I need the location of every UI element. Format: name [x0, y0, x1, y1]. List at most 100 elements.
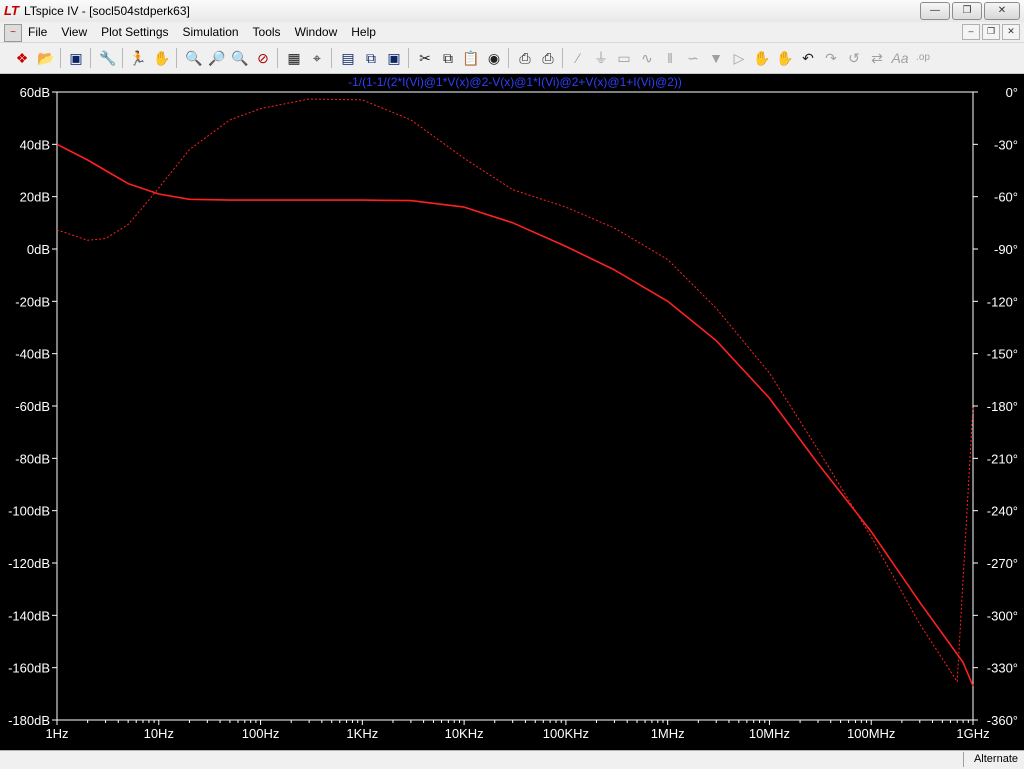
- cut-icon[interactable]: ✂: [415, 48, 435, 68]
- x-tick-label: 100MHz: [847, 726, 895, 741]
- toolbar: ❖ 📂 ▣ 🔧 🏃 ✋ 🔍 🔎 🔍 ⊘ ▦ ⌖ ▤ ⧉ ▣ ✂ ⧉ 📋 ◉ ⎙ …: [0, 43, 1024, 74]
- x-tick-label: 1GHz: [956, 726, 989, 741]
- minimize-button[interactable]: —: [920, 2, 950, 20]
- y-tick-label: 0dB: [27, 242, 50, 257]
- move-icon[interactable]: ✋: [752, 48, 772, 68]
- ltspice-logo-icon: LT: [4, 3, 19, 18]
- y2-tick-label: -120°: [987, 294, 1018, 309]
- y2-tick-label: -150°: [987, 347, 1018, 362]
- tile-horizontal-icon[interactable]: ▤: [338, 48, 358, 68]
- spice-directive-icon[interactable]: .op: [913, 48, 933, 68]
- cascade-icon[interactable]: ⧉: [361, 48, 381, 68]
- y-tick-label: 40dB: [20, 137, 50, 152]
- zoom-out-icon[interactable]: 🔍: [230, 48, 250, 68]
- waveform-plot-pane[interactable]: -1/(1-1/(2*I(Vi)@1*V(x)@2-V(x)@1*I(Vi)@2…: [0, 74, 1024, 750]
- menu-help[interactable]: Help: [351, 25, 376, 39]
- window-title: LTspice IV - [socl504stdperk63]: [24, 4, 190, 18]
- child-close-button[interactable]: ✕: [1002, 24, 1020, 40]
- y-tick-label: 60dB: [20, 85, 50, 100]
- y-tick-label: -180dB: [8, 713, 50, 728]
- x-tick-label: 10MHz: [749, 726, 790, 741]
- zoom-cancel-icon[interactable]: ⊘: [253, 48, 273, 68]
- print-icon[interactable]: ⎙: [538, 48, 558, 68]
- y2-tick-label: -210°: [987, 451, 1018, 466]
- y2-tick-label: -180°: [987, 399, 1018, 414]
- document-menu-icon[interactable]: ~: [4, 24, 22, 42]
- y2-tick-label: -330°: [987, 661, 1018, 676]
- autorange-icon[interactable]: ▦: [284, 48, 304, 68]
- title-bar: LT LTspice IV - [socl504stdperk63] — ❐ ✕: [0, 0, 1024, 23]
- menu-view[interactable]: View: [61, 25, 87, 39]
- menu-simulation[interactable]: Simulation: [183, 25, 239, 39]
- menu-tools[interactable]: Tools: [253, 25, 281, 39]
- ground-icon[interactable]: ⏚: [591, 48, 611, 68]
- y-tick-label: -140dB: [8, 608, 50, 623]
- open-icon[interactable]: 📂: [36, 48, 56, 68]
- y2-tick-label: -270°: [987, 556, 1018, 571]
- close-all-icon[interactable]: ▣: [384, 48, 404, 68]
- diode-icon[interactable]: ▼: [706, 48, 726, 68]
- y2-tick-label: -60°: [994, 190, 1018, 205]
- menu-window[interactable]: Window: [295, 25, 338, 39]
- zoom-area-icon[interactable]: 🔎: [207, 48, 227, 68]
- y2-tick-label: 0°: [1006, 85, 1018, 100]
- toolbar-separator: [562, 48, 563, 68]
- toolbar-separator: [277, 48, 278, 68]
- child-restore-button[interactable]: ❐: [982, 24, 1000, 40]
- halt-icon[interactable]: ✋: [152, 48, 172, 68]
- mirror-icon[interactable]: ⇄: [867, 48, 887, 68]
- component-icon[interactable]: ▷: [729, 48, 749, 68]
- find-icon[interactable]: ◉: [484, 48, 504, 68]
- y2-tick-label: -30°: [994, 137, 1018, 152]
- y2-tick-label: -240°: [987, 504, 1018, 519]
- y-tick-label: -20dB: [15, 294, 50, 309]
- y2-tick-label: -90°: [994, 242, 1018, 257]
- resistor-icon[interactable]: ∿: [637, 48, 657, 68]
- y2-tick-label: -360°: [987, 713, 1018, 728]
- child-minimize-button[interactable]: –: [962, 24, 980, 40]
- toolbar-separator: [90, 48, 91, 68]
- run-icon[interactable]: 🏃: [128, 48, 148, 68]
- label-icon[interactable]: ▭: [614, 48, 634, 68]
- capacitor-icon[interactable]: ‖: [660, 48, 680, 68]
- new-schematic-icon[interactable]: ❖: [12, 48, 32, 68]
- rotate-icon[interactable]: ↺: [844, 48, 864, 68]
- copy-icon[interactable]: ⧉: [438, 48, 458, 68]
- y-tick-label: -120dB: [8, 556, 50, 571]
- x-tick-label: 1MHz: [651, 726, 685, 741]
- control-panel-icon[interactable]: 🔧: [98, 48, 118, 68]
- x-tick-label: 100KHz: [543, 726, 589, 741]
- menu-bar: ~ File View Plot Settings Simulation Too…: [0, 22, 1024, 43]
- plot-frame: [56, 91, 974, 721]
- toolbar-separator: [60, 48, 61, 68]
- print-preview-icon[interactable]: ⎙: [515, 48, 535, 68]
- maximize-button[interactable]: ❐: [952, 2, 982, 20]
- phase-trace: [56, 98, 974, 683]
- wire-icon[interactable]: ∕: [568, 48, 588, 68]
- y-tick-label: -160dB: [8, 661, 50, 676]
- x-tick-label: 1KHz: [346, 726, 378, 741]
- text-icon[interactable]: Aa: [890, 48, 910, 68]
- paste-icon[interactable]: 📋: [461, 48, 481, 68]
- status-mode: Alternate: [973, 753, 1018, 765]
- x-tick-label: 100Hz: [242, 726, 280, 741]
- menu-file[interactable]: File: [28, 25, 47, 39]
- menu-plot-settings[interactable]: Plot Settings: [101, 25, 168, 39]
- toolbar-separator: [508, 48, 509, 68]
- close-button[interactable]: ✕: [984, 2, 1020, 20]
- y-tick-label: 20dB: [20, 190, 50, 205]
- toolbar-separator: [122, 48, 123, 68]
- trace-expression-label: -1/(1-1/(2*I(Vi)@1*V(x)@2-V(x)@1*I(Vi)@2…: [348, 75, 682, 89]
- cursor-icon[interactable]: ⌖: [307, 48, 327, 68]
- status-divider: [963, 752, 964, 767]
- inductor-icon[interactable]: ∽: [683, 48, 703, 68]
- drag-icon[interactable]: ✋: [775, 48, 795, 68]
- zoom-in-icon[interactable]: 🔍: [184, 48, 204, 68]
- save-icon[interactable]: ▣: [66, 48, 86, 68]
- bode-plot-chart[interactable]: -1/(1-1/(2*I(Vi)@1*V(x)@2-V(x)@1*I(Vi)@2…: [0, 74, 1024, 750]
- toolbar-separator: [408, 48, 409, 68]
- status-bar: Alternate: [0, 750, 1024, 769]
- x-tick-label: 1Hz: [45, 726, 68, 741]
- redo-icon[interactable]: ↷: [821, 48, 841, 68]
- undo-icon[interactable]: ↶: [798, 48, 818, 68]
